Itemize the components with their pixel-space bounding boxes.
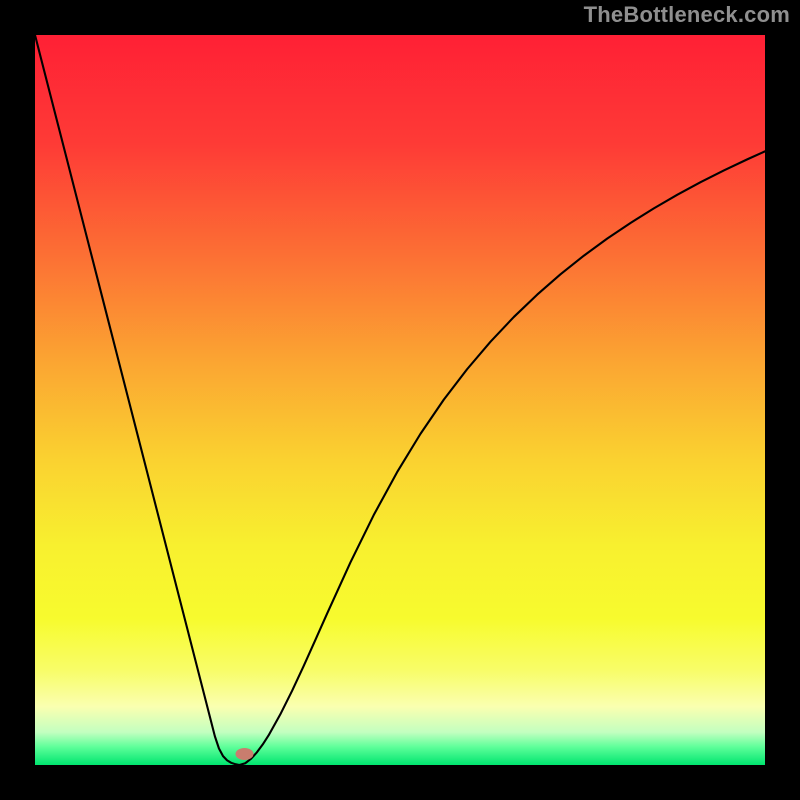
optimum-marker bbox=[236, 748, 254, 760]
watermark-text: TheBottleneck.com bbox=[584, 2, 790, 28]
chart-frame: TheBottleneck.com bbox=[0, 0, 800, 800]
gradient-background bbox=[35, 35, 765, 765]
bottleneck-chart bbox=[35, 35, 765, 765]
